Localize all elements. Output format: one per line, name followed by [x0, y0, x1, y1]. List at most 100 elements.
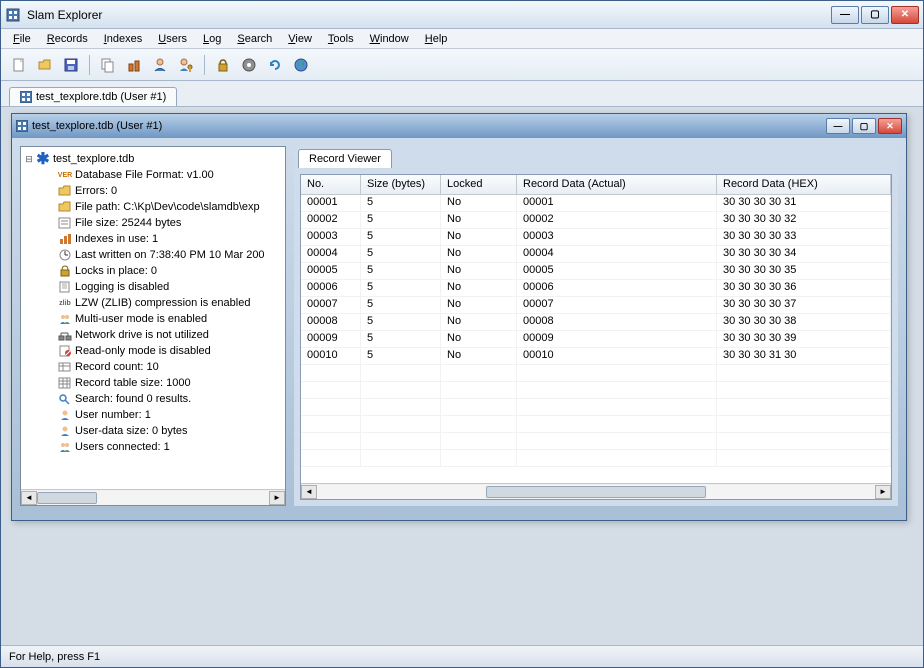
- menu-indexes[interactable]: Indexes: [96, 31, 151, 47]
- tree-item[interactable]: zlibLZW (ZLIB) compression is enabled: [23, 295, 283, 311]
- toolbar-world-button[interactable]: [289, 53, 313, 77]
- scroll-left-icon[interactable]: ◄: [21, 491, 37, 505]
- menu-users[interactable]: Users: [150, 31, 195, 47]
- column-header[interactable]: Record Data (Actual): [517, 175, 717, 194]
- grid-body[interactable]: 000015No0000130 30 30 30 31000025No00002…: [301, 195, 891, 483]
- menu-tools[interactable]: Tools: [320, 31, 362, 47]
- tree-hscrollbar[interactable]: ◄ ►: [21, 489, 285, 505]
- menu-help[interactable]: Help: [417, 31, 456, 47]
- world-icon: [293, 57, 309, 73]
- new-icon: [11, 57, 27, 73]
- zlib-icon: zlib: [57, 296, 73, 310]
- maximize-button[interactable]: ▢: [861, 6, 889, 24]
- table-row[interactable]: 000045No0000430 30 30 30 34: [301, 246, 891, 263]
- statusbar: For Help, press F1: [1, 645, 923, 667]
- column-header[interactable]: Locked: [441, 175, 517, 194]
- menu-search[interactable]: Search: [229, 31, 280, 47]
- table-cell: 5: [361, 263, 441, 279]
- size-icon: [57, 216, 73, 230]
- column-header[interactable]: Size (bytes): [361, 175, 441, 194]
- collapse-icon[interactable]: ⊟: [23, 154, 35, 165]
- tree-item[interactable]: File size: 25244 bytes: [23, 215, 283, 231]
- tree-item[interactable]: Read-only mode is disabled: [23, 343, 283, 359]
- tree-item[interactable]: VERDatabase File Format: v1.00: [23, 167, 283, 183]
- tree-item[interactable]: Search: found 0 results.: [23, 391, 283, 407]
- menu-file[interactable]: File: [5, 31, 39, 47]
- tree-item[interactable]: Indexes in use: 1: [23, 231, 283, 247]
- tree-root-label: test_texplore.tdb: [53, 153, 134, 165]
- tree-item[interactable]: Multi-user mode is enabled: [23, 311, 283, 327]
- scroll-thumb[interactable]: [486, 486, 706, 498]
- tree-item-label: Last written on 7:38:40 PM 10 Mar 200: [75, 249, 265, 261]
- column-header[interactable]: Record Data (HEX): [717, 175, 891, 194]
- table-cell: 30 30 30 30 37: [717, 297, 891, 313]
- close-button[interactable]: ✕: [891, 6, 919, 24]
- scroll-track[interactable]: [37, 491, 269, 505]
- toolbar-user-button[interactable]: [148, 53, 172, 77]
- column-header[interactable]: No.: [301, 175, 361, 194]
- table-row[interactable]: 000095No0000930 30 30 30 39: [301, 331, 891, 348]
- document-tab[interactable]: test_texplore.tdb (User #1): [9, 87, 177, 106]
- table-row[interactable]: 000075No0000730 30 30 30 37: [301, 297, 891, 314]
- tree-item-label: User-data size: 0 bytes: [75, 425, 188, 437]
- dup-icon: [126, 57, 142, 73]
- toolbar-disc-button[interactable]: [237, 53, 261, 77]
- table-cell: No: [441, 229, 517, 245]
- toolbar-separator: [89, 55, 90, 75]
- tree-item[interactable]: Record table size: 1000: [23, 375, 283, 391]
- table-cell: 30 30 30 31 30: [717, 348, 891, 364]
- toolbar-save-button[interactable]: [59, 53, 83, 77]
- save-icon: [63, 57, 79, 73]
- tree-root[interactable]: ⊟✱test_texplore.tdb: [23, 151, 283, 167]
- record-viewer-panel: Record Viewer No.Size (bytes)LockedRecor…: [294, 146, 898, 506]
- menu-log[interactable]: Log: [195, 31, 229, 47]
- grid-hscrollbar[interactable]: ◄ ►: [301, 483, 891, 499]
- tree-item[interactable]: Errors: 0: [23, 183, 283, 199]
- scroll-thumb[interactable]: [37, 492, 97, 504]
- user-icon: [152, 57, 168, 73]
- table-row[interactable]: 000085No0000830 30 30 30 38: [301, 314, 891, 331]
- toolbar-new-button[interactable]: [7, 53, 31, 77]
- toolbar-open-button[interactable]: [33, 53, 57, 77]
- record-grid: No.Size (bytes)LockedRecord Data (Actual…: [300, 174, 892, 500]
- table-row[interactable]: 000105No0001030 30 30 31 30: [301, 348, 891, 365]
- table-cell: 5: [361, 297, 441, 313]
- menu-window[interactable]: Window: [362, 31, 417, 47]
- toolbar-refresh-button[interactable]: [263, 53, 287, 77]
- table-row[interactable]: 000025No0000230 30 30 30 32: [301, 212, 891, 229]
- toolbar-dup-button[interactable]: [122, 53, 146, 77]
- tree-item[interactable]: Network drive is not utilized: [23, 327, 283, 343]
- tree-item[interactable]: Users connected: 1: [23, 439, 283, 455]
- child-close-button[interactable]: ✕: [878, 118, 902, 134]
- tree-item[interactable]: Last written on 7:38:40 PM 10 Mar 200: [23, 247, 283, 263]
- menu-view[interactable]: View: [280, 31, 320, 47]
- tree-item[interactable]: User number: 1: [23, 407, 283, 423]
- scroll-right-icon[interactable]: ►: [269, 491, 285, 505]
- minimize-button[interactable]: —: [831, 6, 859, 24]
- child-title: test_texplore.tdb (User #1): [32, 120, 826, 132]
- toolbar-copy-button[interactable]: [96, 53, 120, 77]
- tree-item-label: Search: found 0 results.: [75, 393, 191, 405]
- table-row[interactable]: 000015No0000130 30 30 30 31: [301, 195, 891, 212]
- child-minimize-button[interactable]: —: [826, 118, 850, 134]
- child-window-buttons: — ▢ ✕: [826, 118, 902, 134]
- table-row[interactable]: 000035No0000330 30 30 30 33: [301, 229, 891, 246]
- tree-item[interactable]: Locks in place: 0: [23, 263, 283, 279]
- lock-icon: [57, 264, 73, 278]
- tree-item[interactable]: Logging is disabled: [23, 279, 283, 295]
- tree-item[interactable]: User-data size: 0 bytes: [23, 423, 283, 439]
- table-row[interactable]: 000055No0000530 30 30 30 35: [301, 263, 891, 280]
- toolbar-user-key-button[interactable]: [174, 53, 198, 77]
- tree-item[interactable]: Record count: 10: [23, 359, 283, 375]
- viewer-tab-record[interactable]: Record Viewer: [298, 149, 392, 168]
- table-row[interactable]: 000065No0000630 30 30 30 36: [301, 280, 891, 297]
- tree-item-label: Locks in place: 0: [75, 265, 157, 277]
- child-maximize-button[interactable]: ▢: [852, 118, 876, 134]
- toolbar-lock-button[interactable]: [211, 53, 235, 77]
- scroll-left-icon[interactable]: ◄: [301, 485, 317, 499]
- tree[interactable]: ⊟✱test_texplore.tdbVERDatabase File Form…: [21, 147, 285, 489]
- tree-item[interactable]: File path: C:\Kp\Dev\code\slamdb\exp: [23, 199, 283, 215]
- scroll-track[interactable]: [317, 485, 875, 499]
- scroll-right-icon[interactable]: ►: [875, 485, 891, 499]
- menu-records[interactable]: Records: [39, 31, 96, 47]
